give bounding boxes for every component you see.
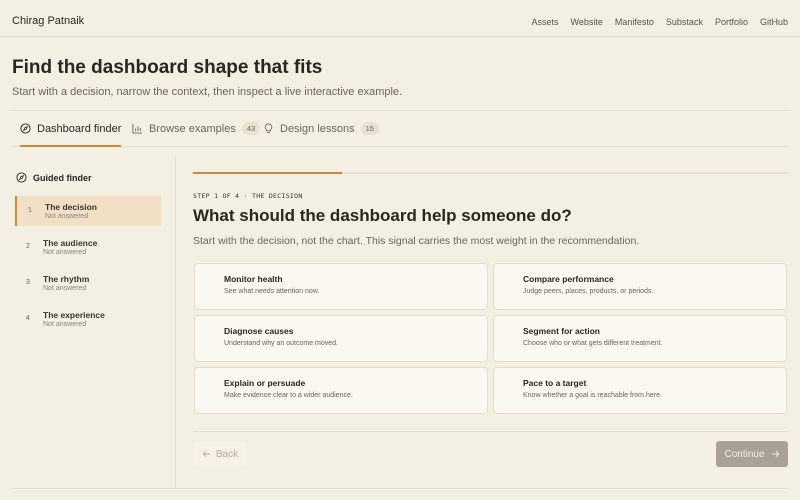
option-description: Choose who or what gets different treatm… [523, 340, 663, 347]
progress-bar [193, 172, 788, 174]
page-subtitle: Start with a decision, narrow the contex… [12, 86, 403, 98]
option-description: See what needs attention now. [224, 288, 320, 295]
step-item-audience[interactable]: 2 The audience Not answered [15, 232, 159, 262]
sidebar-heading-label: Guided finder [33, 172, 92, 183]
top-bar: Chirag Patnaik Assets Website Manifesto … [0, 0, 800, 37]
step-indicator: STEP 1 OF 4 · THE DECISION [193, 192, 303, 200]
step-number: 2 [26, 243, 30, 250]
back-button[interactable]: Back [194, 442, 246, 466]
option-title: Explain or persuade [224, 378, 306, 388]
tab-design-lessons[interactable]: Design lessons 15 [263, 112, 379, 145]
tab-label: Design lessons [280, 122, 355, 135]
option-monitor-health[interactable]: Monitor health See what needs attention … [194, 263, 488, 310]
option-description: Understand why an outcome moved. [224, 340, 339, 347]
option-title: Compare performance [523, 274, 614, 284]
page-title: Find the dashboard shape that fits [12, 57, 323, 78]
step-status: Not answered [43, 249, 87, 256]
nav-link-portfolio[interactable]: Portfolio [715, 17, 748, 27]
lightbulb-icon [264, 123, 273, 133]
top-nav: Assets Website Manifesto Substack Portfo… [532, 17, 788, 27]
compass-icon [20, 123, 31, 134]
count-badge: 15 [360, 122, 379, 135]
option-grid: Monitor health See what needs attention … [194, 263, 788, 415]
step-item-decision[interactable]: 1 The decision Not answered [15, 196, 161, 226]
finder-panel: STEP 1 OF 4 · THE DECISION What should t… [193, 158, 788, 488]
option-segment-for-action[interactable]: Segment for action Choose who or what ge… [493, 315, 787, 362]
step-number: 4 [26, 315, 30, 322]
nav-link-substack[interactable]: Substack [666, 17, 703, 27]
step-number: 3 [26, 279, 30, 286]
option-title: Segment for action [523, 326, 600, 336]
option-description: Know whether a goal is reachable from he… [523, 392, 662, 399]
nav-link-website[interactable]: Website [571, 17, 603, 27]
continue-label: Continue [724, 448, 765, 460]
step-status: Not answered [45, 213, 89, 220]
option-title: Monitor health [224, 274, 283, 284]
tab-browse-examples[interactable]: Browse examples 43 [132, 112, 261, 145]
bar-chart-icon [132, 123, 143, 134]
step-label: The decision [45, 202, 97, 212]
brand-name[interactable]: Chirag Patnaik [12, 15, 84, 27]
option-pace-to-target[interactable]: Pace to a target Know whether a goal is … [493, 367, 787, 414]
option-description: Judge peers, places, products, or period… [523, 288, 654, 295]
nav-link-github[interactable]: GitHub [760, 17, 788, 27]
divider [12, 488, 788, 489]
question-title: What should the dashboard help someone d… [193, 206, 572, 225]
option-title: Diagnose causes [224, 326, 294, 336]
compass-icon [16, 172, 27, 183]
sidebar-heading: Guided finder [16, 172, 92, 183]
tab-label: Dashboard finder [37, 122, 122, 135]
step-item-rhythm[interactable]: 3 The rhythm Not answered [15, 268, 159, 298]
nav-link-assets[interactable]: Assets [532, 17, 559, 27]
arrow-left-icon [202, 450, 210, 458]
tab-dashboard-finder[interactable]: Dashboard finder [20, 112, 122, 147]
step-label: The experience [43, 310, 105, 320]
divider [12, 110, 788, 111]
tab-label: Browse examples [149, 122, 236, 135]
divider [193, 431, 788, 432]
option-compare-performance[interactable]: Compare performance Judge peers, places,… [493, 263, 787, 310]
option-diagnose-causes[interactable]: Diagnose causes Understand why an outcom… [194, 315, 488, 362]
step-item-experience[interactable]: 4 The experience Not answered [15, 304, 159, 334]
step-status: Not answered [43, 321, 87, 328]
step-label: The audience [43, 238, 98, 248]
option-title: Pace to a target [523, 378, 587, 388]
progress-fill [193, 172, 342, 174]
option-description: Make evidence clear to a wider audience. [224, 392, 353, 399]
arrow-right-icon [771, 450, 779, 458]
option-explain-or-persuade[interactable]: Explain or persuade Make evidence clear … [194, 367, 488, 414]
question-subtitle: Start with the decision, not the chart. … [193, 235, 640, 247]
nav-link-manifesto[interactable]: Manifesto [615, 17, 654, 27]
tab-bar: Dashboard finder Browse examples 43 Desi… [12, 112, 788, 147]
continue-button[interactable]: Continue [716, 441, 788, 467]
step-number: 1 [28, 207, 32, 214]
step-label: The rhythm [43, 274, 90, 284]
count-badge: 43 [241, 122, 261, 135]
step-status: Not answered [43, 285, 87, 292]
guided-finder-sidebar: Guided finder 1 The decision Not answere… [12, 158, 176, 488]
back-label: Back [215, 448, 239, 460]
